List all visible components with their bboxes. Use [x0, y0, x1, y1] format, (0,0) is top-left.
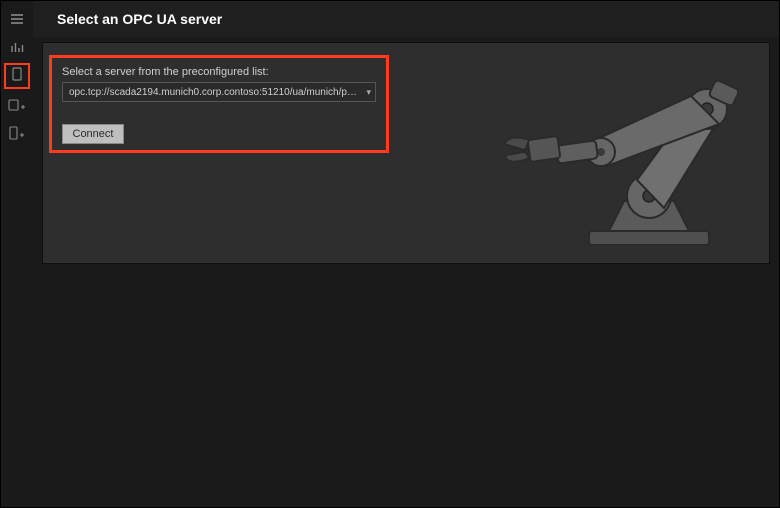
server-select[interactable]: opc.tcp://scada2194.munich0.corp.contoso…: [62, 82, 376, 102]
sidebar-item-add-device[interactable]: [5, 93, 29, 117]
sidebar: [1, 1, 33, 507]
add-device-icon: [8, 97, 26, 113]
sidebar-item-stats[interactable]: [5, 35, 29, 59]
device-icon: [11, 66, 23, 87]
server-select-value: opc.tcp://scada2194.munich0.corp.contoso…: [69, 87, 376, 98]
page-title: Select an OPC UA server: [33, 1, 779, 37]
sidebar-item-device[interactable]: [4, 63, 30, 89]
bar-chart-icon: [9, 39, 25, 55]
robot-illustration-area: [439, 43, 769, 263]
menu-icon: [9, 11, 25, 27]
main-area: Select an OPC UA server Select a server …: [33, 1, 779, 507]
server-list-label: Select a server from the preconfigured l…: [62, 66, 376, 78]
content-card: Select a server from the preconfigured l…: [43, 43, 769, 263]
page-title-text: Select an OPC UA server: [57, 11, 222, 27]
sidebar-item-add-server[interactable]: [5, 121, 29, 145]
robot-arm-icon: [459, 46, 749, 261]
add-server-icon: [8, 125, 26, 141]
connect-button[interactable]: Connect: [62, 124, 124, 144]
app-frame: Select an OPC UA server Select a server …: [0, 0, 780, 508]
server-form-panel: Select a server from the preconfigured l…: [49, 55, 389, 153]
sidebar-item-menu[interactable]: [5, 7, 29, 31]
